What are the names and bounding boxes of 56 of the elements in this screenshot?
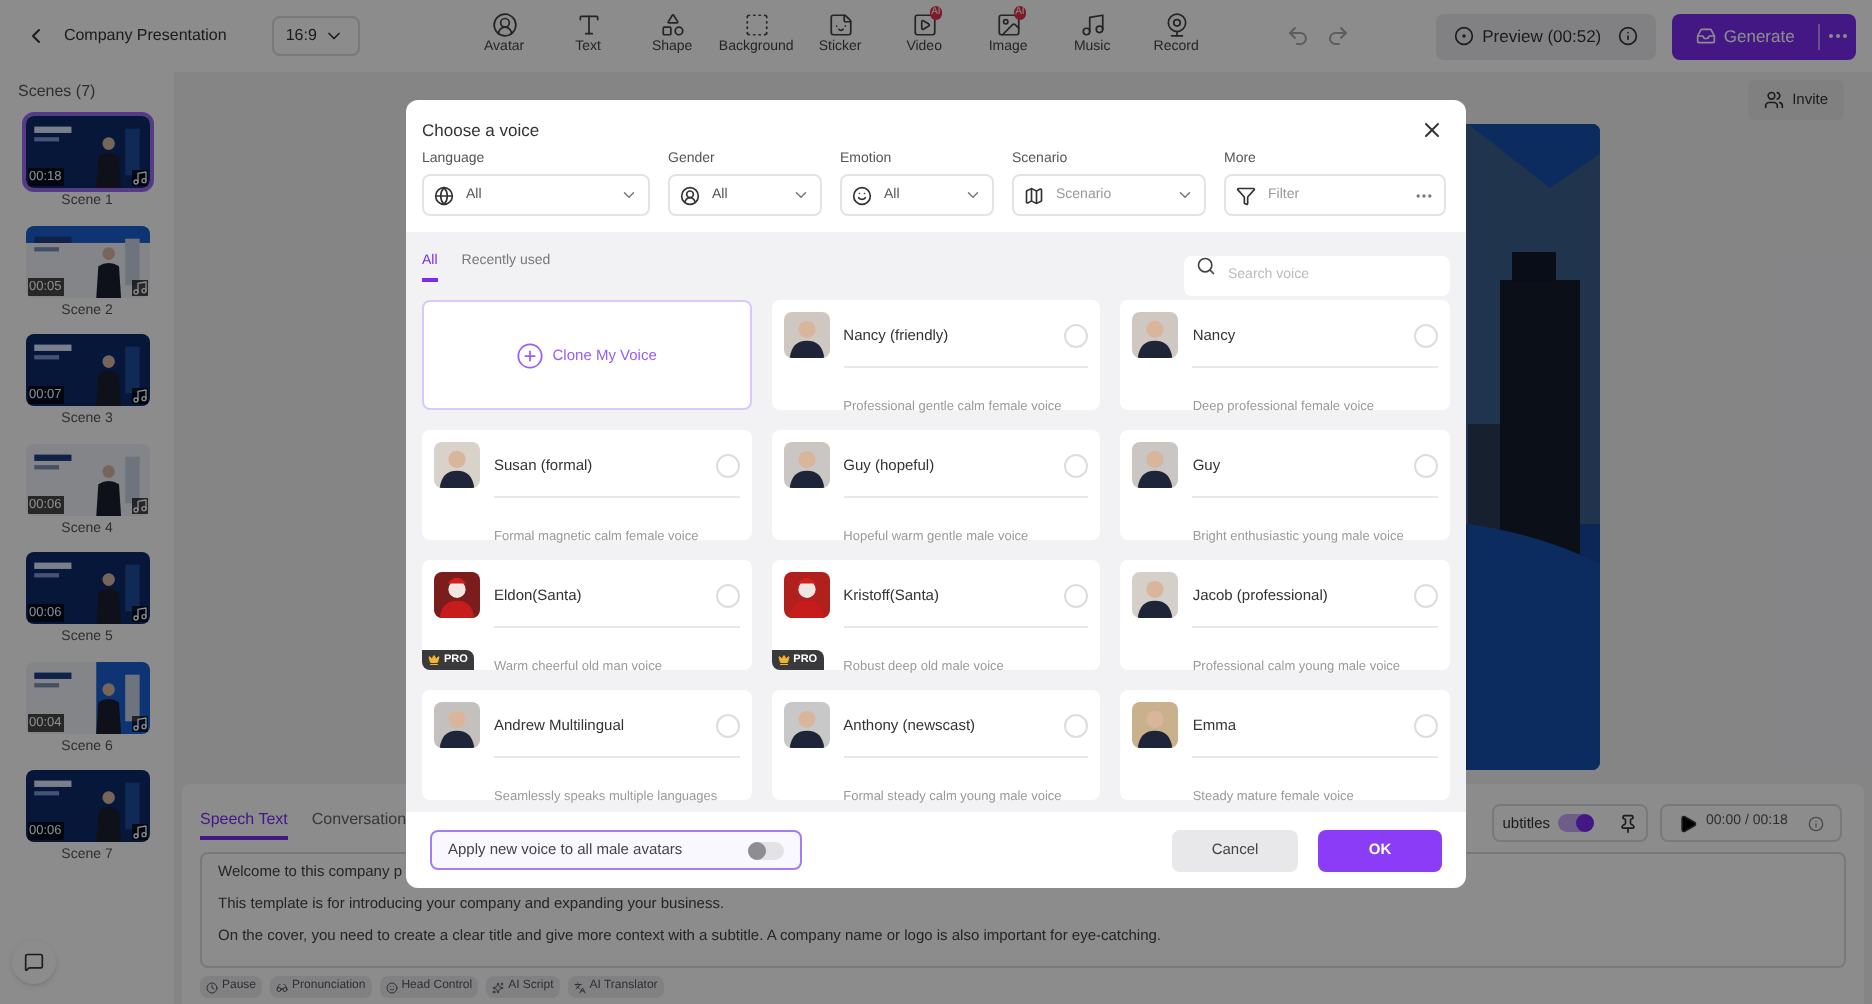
scenes-title: Scenes (7) — [18, 80, 98, 104]
aspect-ratio-select[interactable]: 16:9 — [271, 16, 360, 56]
redo-icon[interactable] — [1325, 24, 1350, 48]
speech-tab[interactable]: Speech Text — [200, 807, 288, 839]
voice-radio[interactable] — [1414, 453, 1438, 478]
voice-radio[interactable] — [1414, 713, 1438, 738]
generate-action[interactable]: Generate — [1672, 23, 1818, 49]
info-icon — [1617, 26, 1638, 46]
filter-icon — [680, 185, 700, 206]
crown-icon — [428, 654, 440, 667]
voice-radio[interactable] — [715, 453, 740, 478]
speech-tab[interactable]: Conversation — [311, 807, 407, 839]
close-icon — [1420, 118, 1444, 143]
users-icon — [1764, 90, 1785, 110]
voice-radio[interactable] — [1064, 453, 1089, 478]
voice-radio[interactable] — [1414, 583, 1438, 608]
chip-icon — [573, 981, 586, 993]
voice-radio[interactable] — [1064, 713, 1089, 738]
chip-icon — [206, 981, 218, 993]
info-icon — [1808, 815, 1824, 831]
chip-icon — [276, 981, 289, 993]
help-icon — [24, 952, 44, 972]
apply-toggle[interactable] — [748, 841, 784, 859]
filter-icon — [852, 185, 872, 206]
close-button[interactable] — [1420, 118, 1444, 143]
crown-icon — [777, 654, 790, 667]
search-icon — [1196, 256, 1216, 277]
preview-icon — [1454, 26, 1475, 46]
filter-icon — [1024, 185, 1044, 206]
subtitles-toggle[interactable] — [1558, 814, 1594, 832]
project-title: Company Presentation — [63, 24, 229, 48]
tool-icon — [911, 12, 938, 39]
tool-icon — [827, 12, 854, 39]
filter-icon — [434, 185, 454, 206]
dialog-title: Choose a voice — [422, 118, 540, 144]
tool-icon — [995, 12, 1022, 39]
plus-icon — [516, 341, 545, 370]
tool-icon — [1079, 12, 1106, 39]
tool-icon — [575, 12, 602, 39]
preview-button[interactable]: Preview (00:52) — [1435, 13, 1657, 59]
voice-radio[interactable] — [715, 713, 740, 738]
voice-radio[interactable] — [1064, 323, 1089, 348]
play-icon[interactable] — [1678, 813, 1698, 833]
tool-icon — [659, 12, 686, 39]
pin-icon[interactable] — [1618, 813, 1638, 833]
voice-radio[interactable] — [715, 583, 740, 608]
tool-icon — [743, 12, 770, 39]
tool-icon — [491, 12, 518, 39]
voice-radio[interactable] — [1064, 583, 1089, 608]
voice-radio[interactable] — [1414, 323, 1438, 348]
undo-icon[interactable] — [1285, 24, 1310, 48]
chip-icon — [492, 981, 505, 993]
filter-icon — [1236, 185, 1256, 206]
generate-icon — [1695, 26, 1716, 46]
chip-icon — [385, 981, 398, 993]
tool-icon — [1163, 12, 1190, 39]
